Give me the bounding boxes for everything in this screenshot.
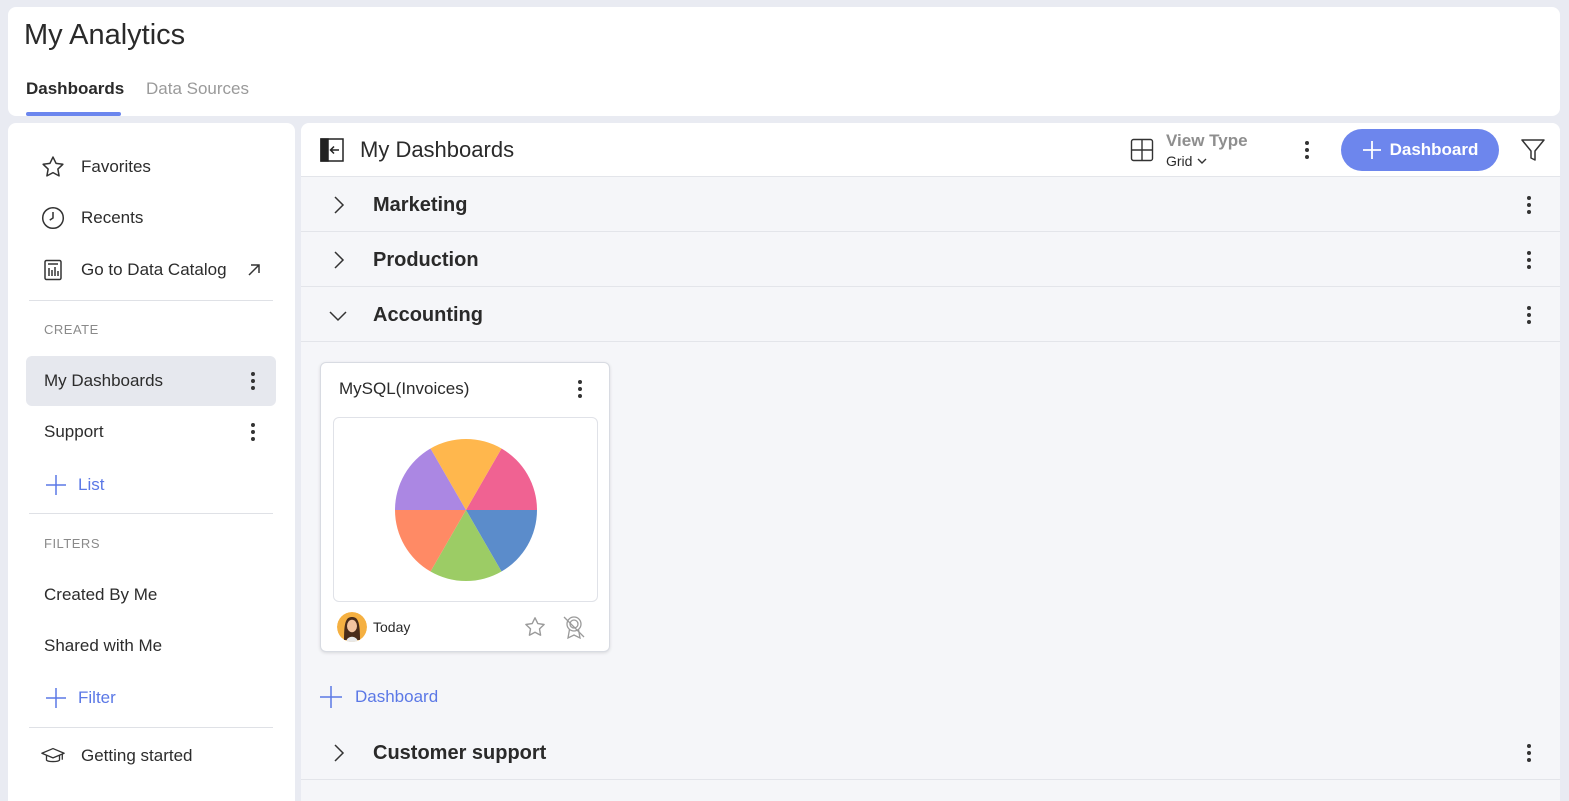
group-row-accounting[interactable]: Accounting — [301, 288, 1560, 342]
more-options-icon[interactable] — [1519, 248, 1539, 272]
certified-off-icon[interactable] — [561, 614, 587, 640]
group-row-customer-support[interactable]: Customer support — [301, 726, 1560, 780]
filter-label: Shared with Me — [44, 636, 163, 655]
pie-chart-thumbnail — [395, 439, 537, 581]
divider — [29, 300, 273, 301]
group-label: Marketing — [373, 194, 468, 216]
plus-icon — [44, 473, 68, 497]
chevron-right-icon[interactable] — [327, 194, 349, 216]
sidebar-item-label: Getting started — [81, 746, 193, 765]
collapse-sidebar-icon[interactable] — [320, 138, 344, 162]
active-tab-indicator — [26, 112, 121, 116]
plus-icon — [1362, 141, 1381, 159]
list-label: My Dashboards — [44, 371, 164, 390]
chevron-down-icon — [1197, 158, 1207, 164]
main-panel: My Dashboards View Type Grid Dashboard M… — [301, 123, 1560, 801]
plus-icon — [44, 686, 68, 710]
add-list-label: List — [78, 475, 105, 494]
divider — [29, 513, 273, 514]
list-item-my-dashboards[interactable]: My Dashboards — [26, 356, 276, 406]
app-header: My Analytics Dashboards Data Sources — [8, 7, 1560, 116]
group-row-marketing[interactable]: Marketing — [301, 178, 1560, 232]
more-options-icon[interactable] — [243, 420, 263, 444]
view-type-dropdown[interactable]: Grid — [1166, 153, 1208, 169]
more-options-icon[interactable] — [243, 369, 263, 393]
section-label-filters: FILTERS — [44, 536, 100, 551]
page-title: My Dashboards — [360, 137, 515, 162]
sidebar-item-label: Favorites — [81, 157, 151, 176]
add-filter-button[interactable]: Filter — [44, 686, 116, 710]
sidebar-item-recents[interactable]: Recents — [8, 198, 295, 238]
dashboard-thumbnail[interactable] — [333, 417, 598, 602]
plus-icon — [319, 685, 343, 709]
tab-dashboards[interactable]: Dashboards — [26, 79, 124, 99]
sidebar-item-favorites[interactable]: Favorites — [8, 147, 295, 187]
add-dashboard-to-group-button[interactable]: Dashboard — [319, 685, 438, 709]
dashboard-card-title: MySQL(Invoices) — [339, 379, 470, 398]
more-options-icon[interactable] — [1519, 193, 1539, 217]
dashboard-modified-date: Today — [373, 619, 411, 635]
favorite-star-icon[interactable] — [523, 615, 547, 639]
star-icon — [40, 154, 66, 180]
sidebar-item-label: Go to Data Catalog — [81, 260, 227, 279]
divider — [29, 727, 273, 728]
add-dashboard-link-label: Dashboard — [355, 687, 439, 706]
more-options-icon[interactable] — [1519, 741, 1539, 765]
clock-icon — [40, 205, 66, 231]
add-list-button[interactable]: List — [44, 473, 104, 497]
graduation-cap-icon — [40, 743, 66, 769]
group-label: Production — [373, 249, 479, 271]
chevron-right-icon[interactable] — [327, 742, 349, 764]
external-link-icon — [244, 260, 264, 280]
sidebar-item-data-catalog[interactable]: Go to Data Catalog — [8, 250, 295, 290]
filter-label: Created By Me — [44, 585, 158, 604]
avatar — [337, 612, 367, 642]
list-label: Support — [44, 422, 104, 441]
tab-data-sources[interactable]: Data Sources — [146, 79, 249, 99]
chevron-right-icon[interactable] — [327, 249, 349, 271]
app-title: My Analytics — [24, 19, 186, 51]
sidebar-item-getting-started[interactable]: Getting started — [8, 736, 295, 776]
more-options-icon[interactable] — [1297, 138, 1317, 162]
filter-item-created-by-me[interactable]: Created By Me — [26, 570, 276, 620]
add-filter-label: Filter — [78, 688, 116, 707]
list-item-support[interactable]: Support — [26, 407, 276, 457]
more-options-icon[interactable] — [1519, 303, 1539, 327]
filter-icon[interactable] — [1520, 137, 1546, 163]
group-label: Customer support — [373, 742, 547, 764]
more-options-icon[interactable] — [570, 377, 590, 401]
catalog-icon — [40, 257, 66, 283]
dashboard-card-footer: Today — [337, 612, 592, 642]
section-label-create: CREATE — [44, 322, 99, 337]
main-toolbar: My Dashboards View Type Grid Dashboard — [301, 123, 1560, 177]
chevron-down-icon[interactable] — [327, 304, 349, 326]
sidebar-item-label: Recents — [81, 208, 144, 227]
view-type-value: Grid — [1166, 153, 1193, 169]
group-label: Accounting — [373, 304, 483, 326]
view-type-label: View Type — [1166, 131, 1248, 150]
filter-item-shared-with-me[interactable]: Shared with Me — [26, 621, 276, 671]
group-row-production[interactable]: Production — [301, 233, 1560, 287]
add-dashboard-label: Dashboard — [1389, 140, 1479, 159]
dashboard-card[interactable]: MySQL(Invoices) Today — [320, 362, 610, 652]
sidebar: Favorites Recents Go to Data Catalog CRE… — [8, 123, 295, 801]
grid-view-icon[interactable] — [1130, 138, 1154, 162]
add-dashboard-button[interactable]: Dashboard — [1341, 129, 1499, 171]
